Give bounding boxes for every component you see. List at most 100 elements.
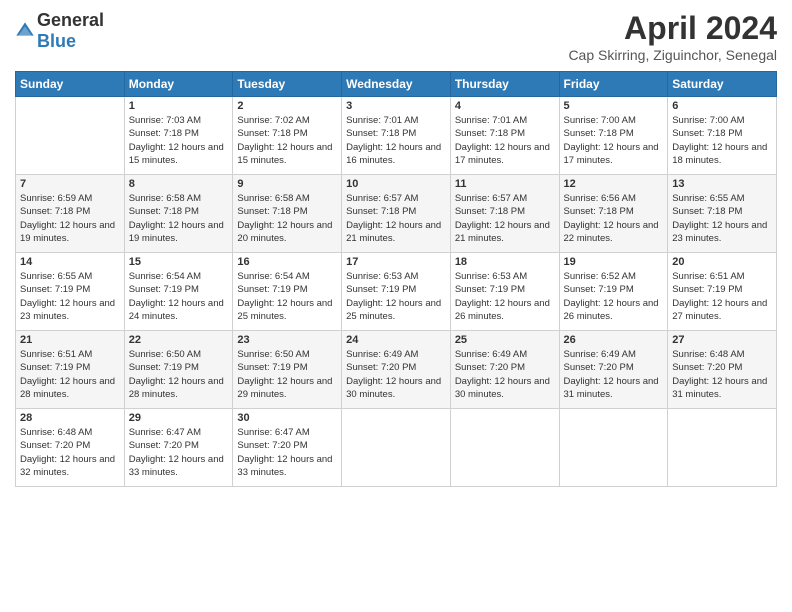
month-title: April 2024: [568, 10, 777, 47]
daylight-text: Daylight: 12 hours and 33 minutes.: [129, 454, 224, 478]
daylight-text: Daylight: 12 hours and 26 minutes.: [455, 298, 550, 322]
daylight-text: Daylight: 12 hours and 29 minutes.: [237, 376, 332, 400]
day-number: 22: [129, 334, 229, 346]
calendar-cell: 26 Sunrise: 6:49 AM Sunset: 7:20 PM Dayl…: [559, 331, 668, 409]
sunset-text: Sunset: 7:18 PM: [455, 128, 525, 139]
day-info: Sunrise: 6:59 AM Sunset: 7:18 PM Dayligh…: [20, 192, 120, 245]
calendar-cell: [559, 409, 668, 487]
logo: General Blue: [15, 10, 104, 52]
day-number: 28: [20, 412, 120, 424]
sunrise-text: Sunrise: 6:48 AM: [20, 427, 92, 438]
day-number: 7: [20, 178, 120, 190]
sunrise-text: Sunrise: 6:54 AM: [237, 271, 309, 282]
calendar-cell: 17 Sunrise: 6:53 AM Sunset: 7:19 PM Dayl…: [342, 253, 451, 331]
daylight-text: Daylight: 12 hours and 19 minutes.: [20, 220, 115, 244]
daylight-text: Daylight: 12 hours and 18 minutes.: [672, 142, 767, 166]
calendar-week-3: 21 Sunrise: 6:51 AM Sunset: 7:19 PM Dayl…: [16, 331, 777, 409]
sunset-text: Sunset: 7:18 PM: [564, 206, 634, 217]
daylight-text: Daylight: 12 hours and 31 minutes.: [672, 376, 767, 400]
calendar-cell: 23 Sunrise: 6:50 AM Sunset: 7:19 PM Dayl…: [233, 331, 342, 409]
sunset-text: Sunset: 7:19 PM: [237, 362, 307, 373]
sunrise-text: Sunrise: 6:49 AM: [455, 349, 527, 360]
sunset-text: Sunset: 7:20 PM: [20, 440, 90, 451]
calendar-cell: 12 Sunrise: 6:56 AM Sunset: 7:18 PM Dayl…: [559, 175, 668, 253]
calendar-cell: 8 Sunrise: 6:58 AM Sunset: 7:18 PM Dayli…: [124, 175, 233, 253]
calendar-cell: [668, 409, 777, 487]
day-number: 18: [455, 256, 555, 268]
sunset-text: Sunset: 7:18 PM: [129, 206, 199, 217]
daylight-text: Daylight: 12 hours and 26 minutes.: [564, 298, 659, 322]
day-info: Sunrise: 6:50 AM Sunset: 7:19 PM Dayligh…: [129, 348, 229, 401]
logo-icon: [15, 21, 35, 41]
sunrise-text: Sunrise: 6:58 AM: [129, 193, 201, 204]
calendar-week-1: 7 Sunrise: 6:59 AM Sunset: 7:18 PM Dayli…: [16, 175, 777, 253]
day-info: Sunrise: 7:02 AM Sunset: 7:18 PM Dayligh…: [237, 114, 337, 167]
day-number: 14: [20, 256, 120, 268]
sunrise-text: Sunrise: 6:52 AM: [564, 271, 636, 282]
day-number: 10: [346, 178, 446, 190]
day-number: 6: [672, 100, 772, 112]
sunset-text: Sunset: 7:18 PM: [564, 128, 634, 139]
day-info: Sunrise: 6:58 AM Sunset: 7:18 PM Dayligh…: [237, 192, 337, 245]
daylight-text: Daylight: 12 hours and 30 minutes.: [346, 376, 441, 400]
sunset-text: Sunset: 7:20 PM: [455, 362, 525, 373]
calendar-cell: 24 Sunrise: 6:49 AM Sunset: 7:20 PM Dayl…: [342, 331, 451, 409]
sunrise-text: Sunrise: 6:49 AM: [346, 349, 418, 360]
day-info: Sunrise: 6:53 AM Sunset: 7:19 PM Dayligh…: [455, 270, 555, 323]
day-number: 12: [564, 178, 664, 190]
day-number: 4: [455, 100, 555, 112]
calendar-cell: 7 Sunrise: 6:59 AM Sunset: 7:18 PM Dayli…: [16, 175, 125, 253]
daylight-text: Daylight: 12 hours and 19 minutes.: [129, 220, 224, 244]
daylight-text: Daylight: 12 hours and 21 minutes.: [455, 220, 550, 244]
calendar-cell: 4 Sunrise: 7:01 AM Sunset: 7:18 PM Dayli…: [450, 97, 559, 175]
calendar-cell: 25 Sunrise: 6:49 AM Sunset: 7:20 PM Dayl…: [450, 331, 559, 409]
header-tuesday: Tuesday: [233, 72, 342, 97]
daylight-text: Daylight: 12 hours and 30 minutes.: [455, 376, 550, 400]
sunset-text: Sunset: 7:19 PM: [20, 362, 90, 373]
daylight-text: Daylight: 12 hours and 20 minutes.: [237, 220, 332, 244]
sunrise-text: Sunrise: 6:50 AM: [129, 349, 201, 360]
sunset-text: Sunset: 7:19 PM: [20, 284, 90, 295]
calendar-cell: 21 Sunrise: 6:51 AM Sunset: 7:19 PM Dayl…: [16, 331, 125, 409]
sunrise-text: Sunrise: 6:53 AM: [346, 271, 418, 282]
day-number: 13: [672, 178, 772, 190]
daylight-text: Daylight: 12 hours and 31 minutes.: [564, 376, 659, 400]
sunrise-text: Sunrise: 7:02 AM: [237, 115, 309, 126]
calendar-cell: 13 Sunrise: 6:55 AM Sunset: 7:18 PM Dayl…: [668, 175, 777, 253]
day-info: Sunrise: 7:00 AM Sunset: 7:18 PM Dayligh…: [564, 114, 664, 167]
header-thursday: Thursday: [450, 72, 559, 97]
day-info: Sunrise: 6:58 AM Sunset: 7:18 PM Dayligh…: [129, 192, 229, 245]
calendar-cell: 16 Sunrise: 6:54 AM Sunset: 7:19 PM Dayl…: [233, 253, 342, 331]
day-info: Sunrise: 7:01 AM Sunset: 7:18 PM Dayligh…: [346, 114, 446, 167]
logo-blue: Blue: [37, 31, 76, 51]
header-monday: Monday: [124, 72, 233, 97]
day-number: 19: [564, 256, 664, 268]
sunrise-text: Sunrise: 6:54 AM: [129, 271, 201, 282]
header-friday: Friday: [559, 72, 668, 97]
sunrise-text: Sunrise: 6:53 AM: [455, 271, 527, 282]
header: General Blue April 2024 Cap Skirring, Zi…: [15, 10, 777, 63]
sunrise-text: Sunrise: 6:48 AM: [672, 349, 744, 360]
day-info: Sunrise: 6:52 AM Sunset: 7:19 PM Dayligh…: [564, 270, 664, 323]
day-number: 17: [346, 256, 446, 268]
daylight-text: Daylight: 12 hours and 23 minutes.: [672, 220, 767, 244]
sunrise-text: Sunrise: 6:47 AM: [129, 427, 201, 438]
calendar-cell: [16, 97, 125, 175]
day-info: Sunrise: 6:49 AM Sunset: 7:20 PM Dayligh…: [346, 348, 446, 401]
sunrise-text: Sunrise: 7:01 AM: [346, 115, 418, 126]
subtitle: Cap Skirring, Ziguinchor, Senegal: [568, 47, 777, 63]
sunset-text: Sunset: 7:20 PM: [346, 362, 416, 373]
day-number: 9: [237, 178, 337, 190]
day-number: 15: [129, 256, 229, 268]
sunset-text: Sunset: 7:18 PM: [455, 206, 525, 217]
calendar-cell: 3 Sunrise: 7:01 AM Sunset: 7:18 PM Dayli…: [342, 97, 451, 175]
sunrise-text: Sunrise: 6:58 AM: [237, 193, 309, 204]
calendar-cell: [450, 409, 559, 487]
day-info: Sunrise: 7:01 AM Sunset: 7:18 PM Dayligh…: [455, 114, 555, 167]
day-number: 25: [455, 334, 555, 346]
sunset-text: Sunset: 7:18 PM: [346, 206, 416, 217]
daylight-text: Daylight: 12 hours and 21 minutes.: [346, 220, 441, 244]
header-row: Sunday Monday Tuesday Wednesday Thursday…: [16, 72, 777, 97]
sunset-text: Sunset: 7:20 PM: [564, 362, 634, 373]
sunset-text: Sunset: 7:18 PM: [20, 206, 90, 217]
